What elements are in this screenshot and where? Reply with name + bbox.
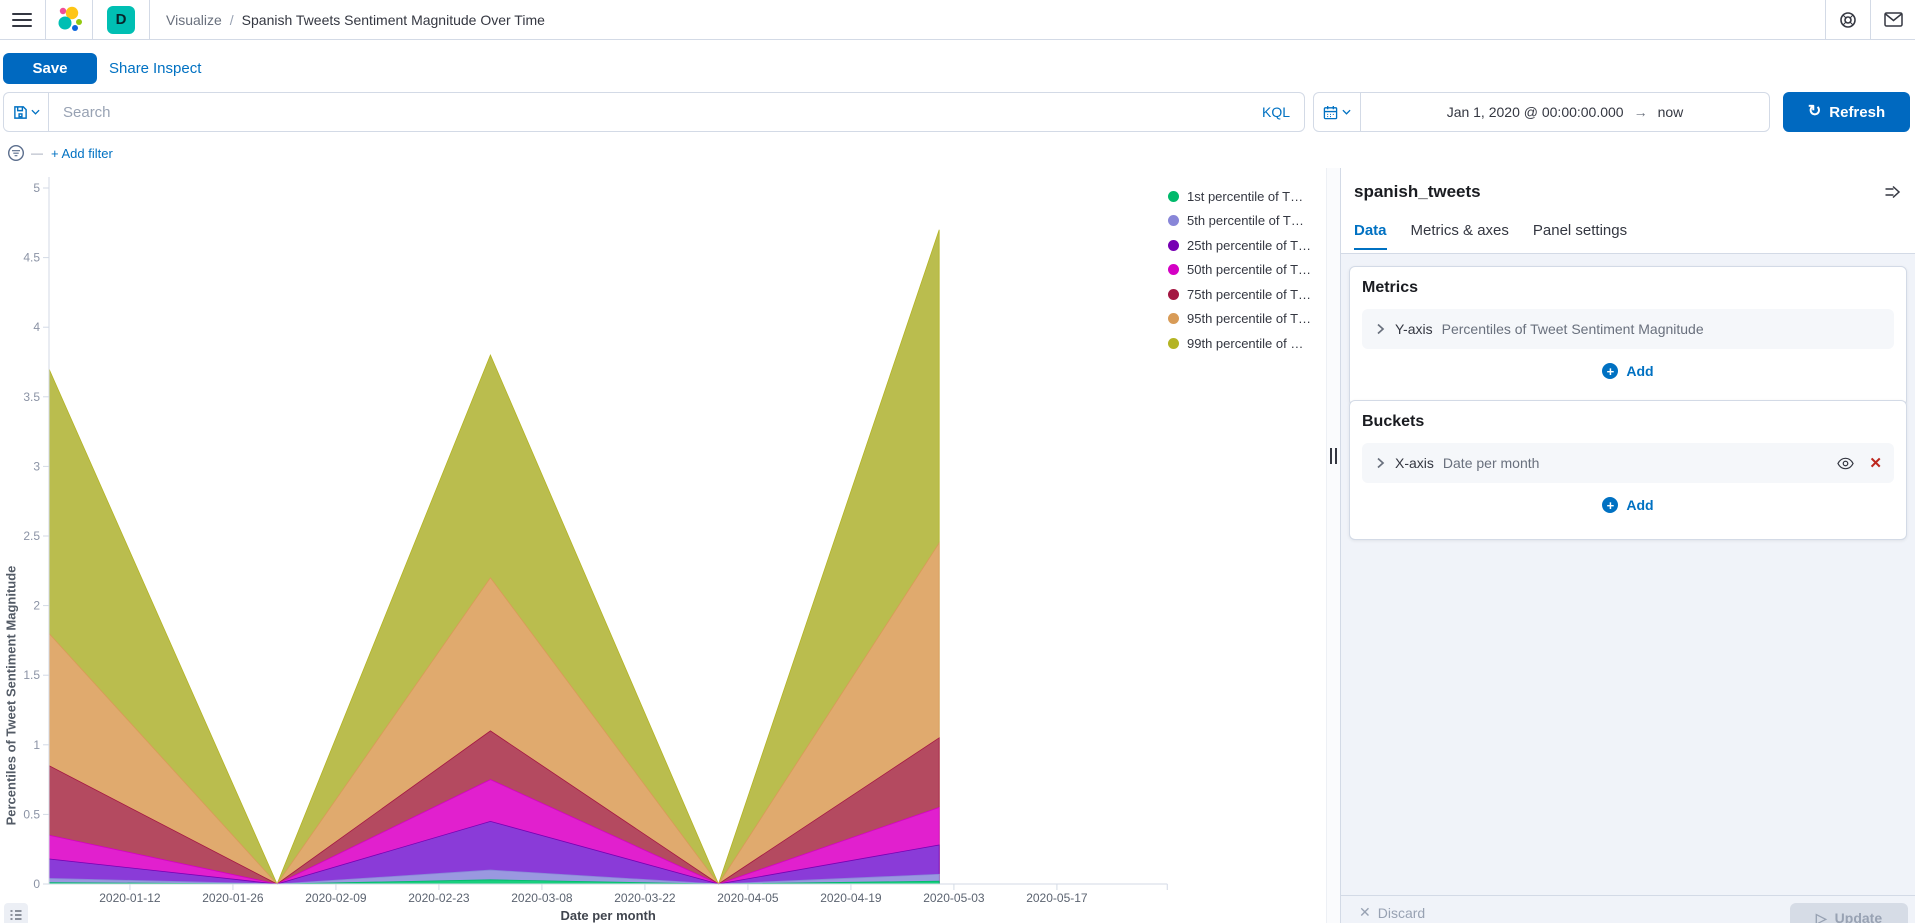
discard-button[interactable]: ✕ Discard [1359,904,1425,921]
editor-footer: ✕ Discard ▷ Update [1341,895,1915,923]
help-icon[interactable] [1826,0,1870,39]
add-bucket-button[interactable]: + Add [1362,483,1894,527]
legend-label: 75th percentile of T… [1187,286,1312,302]
chart-legend: 1st percentile of T… 5th percentile of T…… [1168,184,1324,356]
arrow-right-icon: → [1633,104,1648,120]
legend-label: 1st percentile of T… [1187,188,1304,204]
legend-item[interactable]: 5th percentile of T… [1168,209,1324,234]
legend-color-dot [1168,239,1179,251]
y-axis-tick-label: 3.5 [23,390,40,404]
add-metric-button[interactable]: + Add [1362,349,1894,393]
agg-row-label: Y-axis [1395,321,1433,337]
y-axis-tick-label: 4.5 [23,251,40,265]
x-axis-tick-label: 2020-04-05 [717,891,779,905]
tabs-divider [1341,253,1915,254]
agg-row-label: X-axis [1395,455,1434,471]
agg-row-description: Percentiles of Tweet Sentiment Magnitude [1441,321,1704,337]
kibana-visualize-app: D Visualize / Spanish Tweets Sentiment M… [0,0,1915,923]
legend-item[interactable]: 99th percentile of … [1168,331,1324,356]
legend-color-dot [1168,264,1179,276]
legend-item[interactable]: 95th percentile of T… [1168,307,1324,332]
x-axis-tick-label: 2020-05-03 [923,891,985,905]
plus-in-circle-icon: + [1602,363,1619,379]
refresh-button[interactable]: ↻ Refresh [1783,92,1910,132]
x-axis-tick-label: 2020-02-09 [305,891,367,905]
x-axis-tick-label: 2020-04-19 [820,891,882,905]
remove-bucket-icon[interactable]: ✕ [1869,454,1882,472]
x-axis-title: Date per month [560,908,655,923]
legend-item[interactable]: 50th percentile of T… [1168,258,1324,283]
visualization-chart: 0 0.5 1 1.5 2 2.5 3 3.5 4 4.5 5 2020-01-12 2020-01-2… [0,168,1326,923]
x-axis-tick-label: 2020-03-08 [511,891,573,905]
eye-icon[interactable] [1837,457,1855,470]
legend-label: 99th percentile of … [1187,335,1304,351]
legend-label: 95th percentile of T… [1187,311,1312,327]
time-range-start[interactable]: Jan 1, 2020 @ 00:00:00.000 [1447,104,1624,120]
header-actions [1825,0,1915,39]
tab-panel-settings[interactable]: Panel settings [1533,222,1627,250]
list-icon [10,910,22,920]
legend-color-dot [1168,215,1179,227]
x-axis-tick-label: 2020-02-23 [408,891,470,905]
y-axis-tick-label: 2 [33,599,40,613]
editor-tabs: Data Metrics & axes Panel settings [1354,222,1627,250]
chevron-right-icon [1377,457,1385,469]
close-icon: ✕ [1359,904,1371,920]
index-pattern-title: spanish_tweets [1354,182,1481,201]
area-chart-canvas: 0 0.5 1 1.5 2 2.5 3 3.5 4 4.5 5 2020-01-12 2020-01-2… [23,177,1168,923]
y-axis-title: Percentiles of Tweet Sentiment Magnitude [3,565,19,826]
buckets-card: Buckets X-axis Date per month ✕ + Add [1349,400,1907,540]
y-axis-tick-label: 3 [33,459,40,473]
chevron-down-icon [1342,109,1351,115]
legend-color-dot [1168,288,1179,300]
y-axis-tick-label: 1 [33,738,40,752]
y-axis-aggregation-row[interactable]: Y-axis Percentiles of Tweet Sentiment Ma… [1362,309,1894,349]
plus-in-circle-icon: + [1602,497,1619,513]
legend-color-dot [1168,190,1179,202]
y-axis-tick-label: 5 [33,181,40,195]
tab-data[interactable]: Data [1354,222,1387,250]
legend-item[interactable]: 1st percentile of T… [1168,184,1324,209]
panel-resizer-handle[interactable] [1326,168,1340,923]
y-axis-tick-label: 4 [33,320,40,334]
legend-label: 5th percentile of T… [1187,213,1304,229]
buckets-heading: Buckets [1362,413,1425,430]
metrics-card: Metrics Y-axis Percentiles of Tweet Sent… [1349,266,1907,406]
refresh-icon: ↻ [1807,103,1822,120]
metrics-heading: Metrics [1362,279,1419,296]
y-axis-tick-label: 1.5 [23,668,40,682]
legend-item[interactable]: 25th percentile of T… [1168,233,1324,258]
y-axis-tick-label: 0 [33,877,40,891]
legend-label: 25th percentile of T… [1187,237,1312,253]
y-axis-tick-label: 0.5 [23,807,40,821]
collapse-panel-icon[interactable] [1884,184,1901,200]
legend-color-dot [1168,313,1179,325]
x-axis-tick-label: 2020-01-26 [202,891,264,905]
y-axis-tick-label: 2.5 [23,529,40,543]
tab-metrics-axes[interactable]: Metrics & axes [1411,222,1509,250]
time-range: Jan 1, 2020 @ 00:00:00.000 → now [1361,104,1769,120]
date-picker: Jan 1, 2020 @ 00:00:00.000 → now [1313,92,1770,132]
editor-side-panel: spanish_tweets Data Metrics & axes Panel… [1340,168,1915,923]
x-axis-tick-label: 2020-01-12 [99,891,161,905]
legend-label: 50th percentile of T… [1187,262,1312,278]
mail-icon[interactable] [1871,0,1915,39]
chevron-right-icon [1377,323,1385,335]
update-button[interactable]: ▷ Update [1790,903,1908,923]
x-axis-tick-label: 2020-05-17 [1026,891,1088,905]
x-axis-aggregation-row[interactable]: X-axis Date per month ✕ [1362,443,1894,483]
x-axis-tick-label: 2020-03-22 [614,891,676,905]
legend-color-dot [1168,337,1179,349]
legend-toggle-button[interactable] [4,903,28,923]
time-range-end[interactable]: now [1658,104,1684,120]
agg-row-description: Date per month [1442,455,1540,471]
play-icon: ▷ [1815,909,1827,923]
legend-item[interactable]: 75th percentile of T… [1168,282,1324,307]
